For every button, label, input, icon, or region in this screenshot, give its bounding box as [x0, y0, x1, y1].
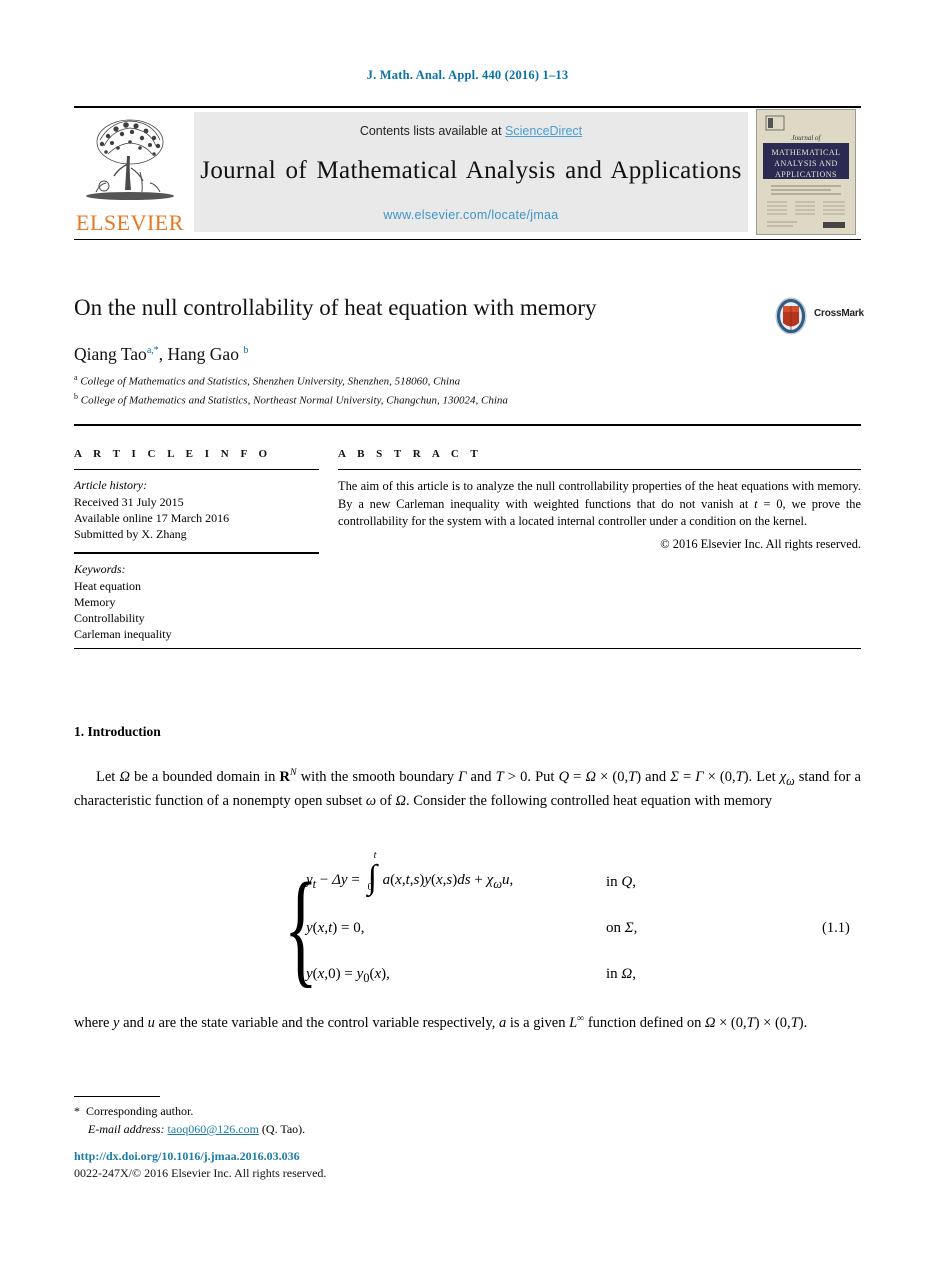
- abstract-text: The aim of this article is to analyze th…: [338, 479, 861, 529]
- footnote-star: *: [74, 1104, 80, 1118]
- equation-row: y(x,0) = y0(x), in Ω,: [306, 954, 776, 1000]
- section-title-introduction: 1. Introduction: [74, 724, 161, 739]
- cover-artwork: Journal of MATHEMATICAL ANALYSIS AND APP…: [757, 110, 855, 234]
- crossmark-icon: [775, 297, 807, 335]
- author-1-marks: a,*: [146, 345, 159, 357]
- masthead-bottom-rule: [74, 239, 861, 240]
- corresponding-author-text: Corresponding author.: [86, 1104, 194, 1118]
- page-title: On the null controllability of heat equa…: [74, 295, 597, 320]
- issn-copyright-line: 0022-247X/© 2016 Elsevier Inc. All right…: [74, 1166, 327, 1181]
- article-history-label: Article history:: [74, 478, 147, 492]
- history-submitted-by: Submitted by X. Zhang: [74, 527, 187, 542]
- affiliation-list: a College of Mathematics and Statistics,…: [74, 372, 774, 409]
- elsevier-logo: ELSEVIER: [74, 112, 186, 234]
- author-block-rule: [74, 424, 861, 426]
- equation-row-1-lhs: yt − Δy = ∫ t 0 a(x,t,s)y(x,s)ds + χωu,: [306, 850, 514, 896]
- footnote-rule: [74, 1096, 160, 1097]
- keyword-item: Memory: [74, 594, 116, 609]
- email-label: E-mail address:: [88, 1122, 165, 1136]
- history-available-online: Available online 17 March 2016: [74, 511, 230, 526]
- affiliation-b-text: College of Mathematics and Statistics, N…: [80, 394, 508, 407]
- running-head: J. Math. Anal. Appl. 440 (2016) 1–13: [366, 68, 569, 82]
- affiliation-a-mark: a: [74, 373, 78, 382]
- svg-text:MATHEMATICAL: MATHEMATICAL: [771, 148, 840, 157]
- journal-homepage-link[interactable]: www.elsevier.com/locate/jmaa: [194, 208, 748, 222]
- equation-row-1-domain: in Q,: [606, 874, 637, 890]
- author-2-marks: b: [243, 345, 249, 357]
- equation-rows: yt − Δy = ∫ t 0 a(x,t,s)y(x,s)ds + χωu, in…: [306, 850, 776, 1000]
- journal-cover-thumbnail: Journal of MATHEMATICAL ANALYSIS AND APP…: [756, 109, 856, 235]
- svg-text:ANALYSIS AND: ANALYSIS AND: [774, 159, 838, 168]
- intro-paragraph-2: where y and u are the state variable and…: [74, 1013, 808, 1031]
- article-info-column: A R T I C L E I N F O Article history: R…: [74, 448, 319, 642]
- corresponding-author-note: * Corresponding author.: [74, 1102, 674, 1120]
- equation-row-3-domain: in Ω,: [606, 966, 637, 982]
- keyword-item: Carleman inequality: [74, 627, 172, 642]
- paper-page: J. Math. Anal. Appl. 440 (2016) 1–13 ELS…: [0, 0, 935, 1266]
- affiliation-b: b College of Mathematics and Statistics,…: [74, 391, 774, 410]
- journal-masthead: ELSEVIER Contents lists available at Sci…: [74, 106, 861, 240]
- keywords-label: Keywords:: [74, 561, 126, 576]
- email-line: E-mail address: taoq060@126.com (Q. Tao)…: [74, 1120, 674, 1138]
- article-info-rule: [74, 469, 319, 470]
- abstract-block-rule: [74, 648, 861, 649]
- elsevier-tree-icon: [86, 119, 174, 200]
- footer-block: http://dx.doi.org/10.1016/j.jmaa.2016.03…: [74, 1148, 674, 1183]
- affiliation-a-text: College of Mathematics and Statistics, S…: [80, 375, 461, 388]
- journal-banner: Contents lists available at ScienceDirec…: [194, 112, 748, 232]
- keyword-item: Heat equation: [74, 578, 141, 593]
- equation-number: (1.1): [822, 920, 850, 936]
- sciencedirect-link[interactable]: ScienceDirect: [505, 124, 582, 138]
- crossmark-label: CrossMark: [814, 308, 864, 319]
- equation-row: y(x,t) = 0, on Σ,: [306, 908, 776, 954]
- email-link[interactable]: taoq060@126.com: [168, 1122, 259, 1136]
- abstract-copyright: © 2016 Elsevier Inc. All rights reserved…: [660, 536, 861, 551]
- author-list: Qiang Taoa,*, Hang Gao b: [74, 344, 249, 364]
- elsevier-wordmark: ELSEVIER: [76, 210, 184, 235]
- equation-row-3-lhs: y(x,0) = y0(x),: [306, 966, 390, 985]
- keyword-item: Controllability: [74, 610, 145, 625]
- journal-title: Journal of Mathematical Analysis and App…: [200, 157, 742, 184]
- keywords-rule: [74, 551, 319, 554]
- equation-row-2-lhs: y(x,t) = 0,: [306, 920, 365, 936]
- svg-text:Journal of: Journal of: [792, 134, 822, 142]
- contents-lists-line: Contents lists available at ScienceDirec…: [194, 124, 748, 138]
- footnote-block: * Corresponding author. E-mail address: t…: [74, 1102, 674, 1138]
- svg-text:APPLICATIONS: APPLICATIONS: [775, 170, 837, 179]
- affiliation-a: a College of Mathematics and Statistics,…: [74, 372, 774, 391]
- equation-1-1: { yt − Δy = ∫ t 0 a(x,t,s)y(x,s)ds + χωu, …: [74, 850, 861, 1002]
- email-owner: (Q. Tao).: [261, 1122, 306, 1136]
- doi-link[interactable]: http://dx.doi.org/10.1016/j.jmaa.2016.03…: [74, 1148, 674, 1165]
- affiliation-b-mark: b: [74, 391, 78, 401]
- history-received: Received 31 July 2015: [74, 495, 184, 509]
- equation-row-2-domain: on Σ,: [606, 920, 638, 936]
- crossmark-badge[interactable]: CrossMark: [772, 296, 864, 338]
- contents-lists-text: Contents lists available at: [359, 124, 506, 138]
- author-name-2: Hang Gao: [167, 344, 239, 364]
- article-info-heading: A R T I C L E I N F O: [74, 448, 272, 460]
- abstract-rule: [338, 469, 861, 470]
- abstract-heading: A B S T R A C T: [338, 448, 483, 460]
- equation-row: yt − Δy = ∫ t 0 a(x,t,s)y(x,s)ds + χωu, in…: [306, 850, 776, 908]
- masthead-top-rule: [74, 106, 861, 108]
- intro-paragraph-1: Let Ω be a bounded domain in RN with the…: [74, 767, 861, 810]
- abstract-column: A B S T R A C T The aim of this article …: [338, 448, 861, 552]
- author-name-1: Qiang Tao: [74, 344, 147, 364]
